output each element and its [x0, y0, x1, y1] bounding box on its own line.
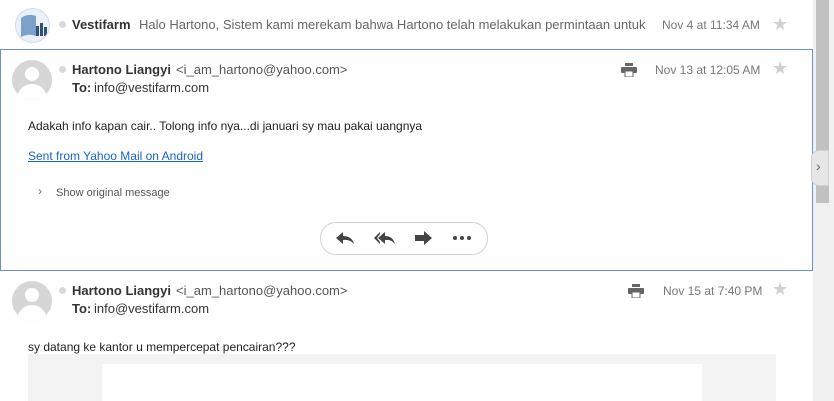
- print-icon[interactable]: [621, 63, 637, 78]
- message-body: sy datang ke kantor u mempercepat pencai…: [28, 340, 296, 354]
- avatar: [12, 281, 52, 321]
- message-body: Adakah info kapan cair.. Tolong info nya…: [28, 119, 423, 133]
- sender-email: <i_am_hartono@yahoo.com>: [176, 62, 348, 77]
- mobile-signature-link[interactable]: Sent from Yahoo Mail on Android: [28, 149, 203, 163]
- message-sender[interactable]: Hartono Liangyi: [72, 283, 171, 298]
- unread-dot: [59, 21, 66, 28]
- reply-all-icon[interactable]: [372, 228, 396, 248]
- show-original-message[interactable]: Show original message: [56, 187, 170, 199]
- chevron-right-icon[interactable]: ›: [38, 184, 42, 198]
- embedded-content: [28, 354, 776, 401]
- message-sender[interactable]: Hartono Liangyi: [72, 62, 171, 77]
- to-label: To:: [72, 301, 92, 316]
- row-sender: Vestifarm: [72, 17, 131, 32]
- avatar: [12, 60, 52, 100]
- to-recipient[interactable]: info@vestifarm.com: [94, 301, 209, 316]
- row-date: Nov 4 at 11:34 AM: [662, 18, 760, 32]
- star-icon[interactable]: ★: [772, 280, 788, 298]
- collapsed-message-row[interactable]: Vestifarm Halo Hartono, Sistem kami mere…: [0, 0, 813, 49]
- to-recipient[interactable]: info@vestifarm.com: [94, 80, 209, 95]
- star-icon[interactable]: ★: [772, 59, 788, 77]
- embedded-content-inner: [102, 364, 702, 401]
- to-label: To:: [72, 80, 92, 95]
- forward-icon[interactable]: [412, 228, 436, 248]
- vestifarm-logo: [15, 8, 50, 43]
- message-action-bar: [320, 222, 488, 255]
- more-icon[interactable]: [450, 228, 474, 248]
- message-date: Nov 15 at 7:40 PM: [663, 284, 763, 298]
- chevron-right-icon: ›: [816, 158, 821, 174]
- star-icon[interactable]: ★: [772, 15, 788, 33]
- sender-email: <i_am_hartono@yahoo.com>: [176, 283, 348, 298]
- side-panel-toggle[interactable]: ›: [811, 150, 829, 186]
- status-dot: [59, 66, 66, 73]
- print-icon[interactable]: [628, 284, 644, 299]
- row-snippet: Halo Hartono, Sistem kami merekam bahwa …: [139, 17, 646, 32]
- status-dot: [59, 287, 66, 294]
- reply-icon[interactable]: [333, 228, 357, 248]
- message-date: Nov 13 at 12:05 AM: [655, 63, 761, 77]
